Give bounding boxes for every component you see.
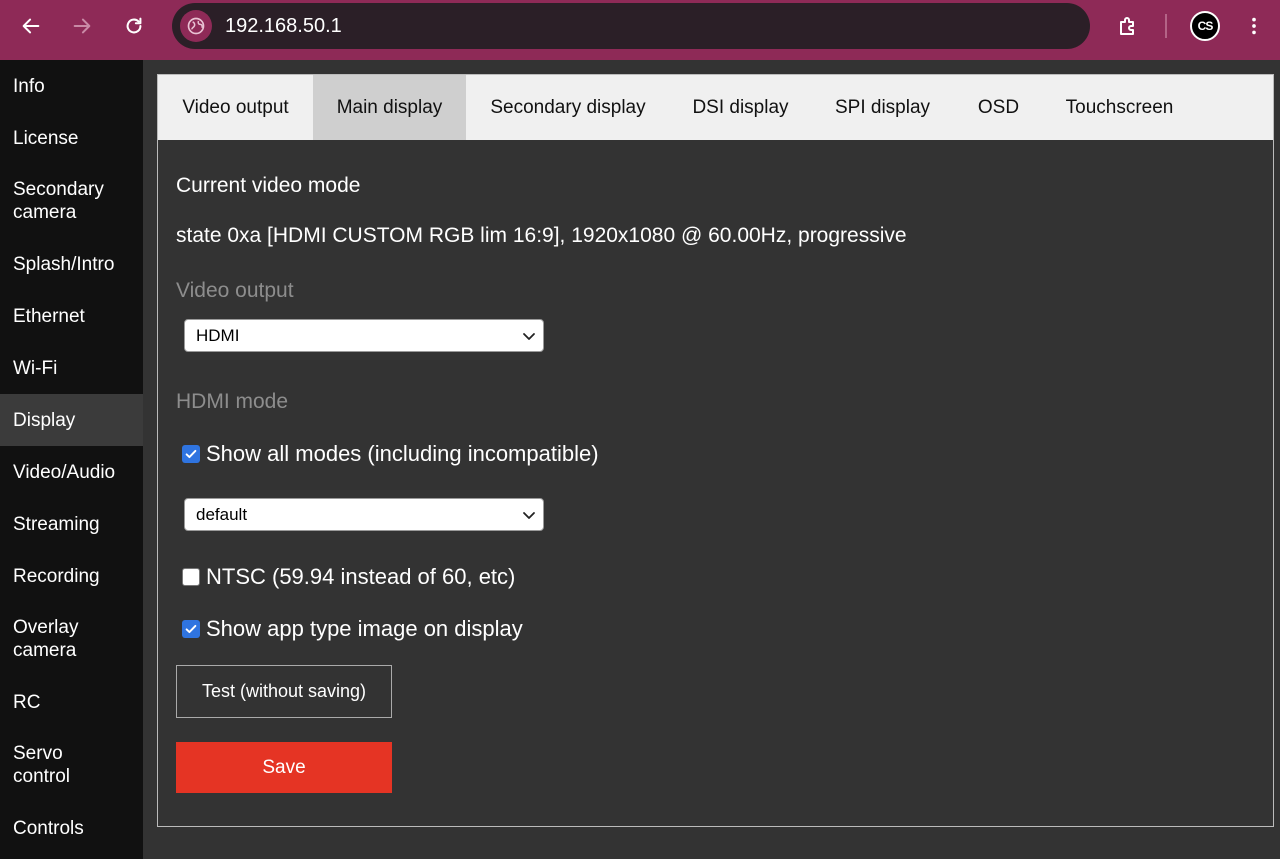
checkmark-icon <box>185 624 197 634</box>
site-info-icon[interactable] <box>180 10 212 42</box>
show-all-modes-label: Show all modes (including incompatible) <box>206 441 599 466</box>
ntsc-label: NTSC (59.94 instead of 60, etc) <box>206 564 516 589</box>
more-menu-icon[interactable] <box>1240 12 1268 40</box>
sidebar-item-wifi[interactable]: Wi-Fi <box>0 342 143 394</box>
sidebar: Info License Secondary camera Splash/Int… <box>0 60 143 859</box>
tab-touchscreen[interactable]: Touchscreen <box>1043 75 1196 140</box>
sidebar-item-secondary-camera[interactable]: Secondary camera <box>0 164 120 238</box>
show-app-type-row: Show app type image on display <box>182 616 523 642</box>
chevron-down-icon <box>523 512 535 519</box>
forward-icon[interactable] <box>68 12 96 40</box>
checkmark-icon <box>185 449 197 459</box>
extensions-icon[interactable] <box>1112 10 1144 42</box>
back-icon[interactable] <box>17 12 45 40</box>
sidebar-item-servo-control[interactable]: Servo control <box>0 728 100 802</box>
sidebar-item-info[interactable]: Info <box>0 60 143 112</box>
sidebar-item-recording[interactable]: Recording <box>0 550 143 602</box>
sidebar-item-streaming[interactable]: Streaming <box>0 498 143 550</box>
hdmi-mode-select[interactable]: default <box>184 498 544 531</box>
save-button[interactable]: Save <box>176 742 392 793</box>
current-mode-title: Current video mode <box>176 174 361 197</box>
video-output-label: Video output <box>176 279 294 302</box>
reload-icon[interactable] <box>120 12 148 40</box>
video-output-value: HDMI <box>196 325 240 345</box>
sidebar-item-display[interactable]: Display <box>0 394 143 446</box>
sidebar-item-overlay-camera[interactable]: Overlay camera <box>0 602 100 676</box>
sidebar-item-controls[interactable]: Controls <box>0 802 143 854</box>
ntsc-checkbox[interactable] <box>182 568 200 586</box>
show-all-modes-row: Show all modes (including incompatible) <box>182 441 599 467</box>
hdmi-mode-value: default <box>196 504 248 524</box>
tab-osd[interactable]: OSD <box>954 75 1043 140</box>
test-button[interactable]: Test (without saving) <box>176 665 392 718</box>
tab-video-output[interactable]: Video output <box>158 75 313 140</box>
sidebar-item-rc[interactable]: RC <box>0 676 143 728</box>
tab-bar: Video output Main display Secondary disp… <box>158 75 1273 140</box>
browser-toolbar: 192.168.50.1 CS <box>0 0 1280 60</box>
ntsc-row: NTSC (59.94 instead of 60, etc) <box>182 564 515 590</box>
url-text: 192.168.50.1 <box>225 15 342 37</box>
tab-secondary-display[interactable]: Secondary display <box>466 75 670 140</box>
show-app-type-label: Show app type image on display <box>206 616 523 641</box>
tab-dsi-display[interactable]: DSI display <box>670 75 811 140</box>
chevron-down-icon <box>523 333 535 340</box>
sidebar-item-license[interactable]: License <box>0 112 143 164</box>
address-bar[interactable]: 192.168.50.1 <box>172 3 1090 49</box>
profile-avatar[interactable]: CS <box>1190 11 1220 41</box>
tab-spi-display[interactable]: SPI display <box>811 75 954 140</box>
show-app-type-checkbox[interactable] <box>182 620 200 638</box>
sidebar-item-video-audio[interactable]: Video/Audio <box>0 446 143 498</box>
show-all-modes-checkbox[interactable] <box>182 445 200 463</box>
video-output-select[interactable]: HDMI <box>184 319 544 352</box>
display-settings-panel: Video output Main display Secondary disp… <box>157 74 1274 827</box>
hdmi-mode-label: HDMI mode <box>176 390 289 413</box>
tab-main-display[interactable]: Main display <box>313 75 466 140</box>
current-mode-value: state 0xa [HDMI CUSTOM RGB lim 16:9], 19… <box>176 224 907 247</box>
sidebar-item-splash-intro[interactable]: Splash/Intro <box>0 238 143 290</box>
sidebar-item-ethernet[interactable]: Ethernet <box>0 290 143 342</box>
toolbar-divider <box>1165 14 1167 38</box>
